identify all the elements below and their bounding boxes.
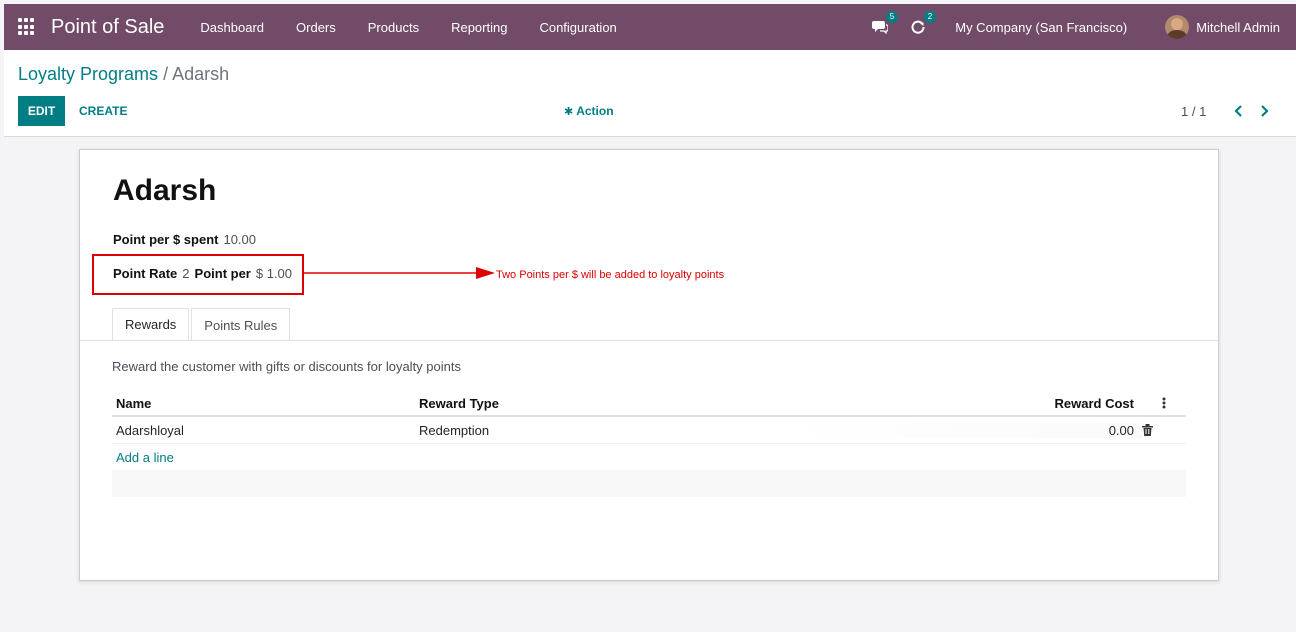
annotation-highlight-box xyxy=(92,254,304,295)
column-reward-type[interactable]: Reward Type xyxy=(415,396,782,411)
activities-icon[interactable]: 2 xyxy=(907,11,937,38)
menu-reporting[interactable]: Reporting xyxy=(435,4,523,50)
pager-value[interactable]: 1 / 1 xyxy=(1181,96,1206,126)
annotation-arrow-icon xyxy=(304,267,495,279)
main-menu: Dashboard Orders Products Reporting Conf… xyxy=(184,4,632,50)
point-per-spent-field: Point per $ spent 10.00 xyxy=(113,232,261,247)
menu-dashboard[interactable]: Dashboard xyxy=(184,4,280,50)
optional-columns-icon[interactable] xyxy=(1142,397,1186,409)
breadcrumb-current: Adarsh xyxy=(172,64,230,84)
rewards-description: Reward the customer with gifts or discou… xyxy=(112,359,461,374)
control-panel: Loyalty Programs / Adarsh EDIT CREATE ✱ … xyxy=(4,50,1296,137)
point-per-spent-value: 10.00 xyxy=(223,232,257,247)
user-menu[interactable]: Mitchell Admin xyxy=(1165,15,1280,39)
reward-cost-cell[interactable]: 0.00 xyxy=(782,422,1142,438)
reward-name-cell[interactable]: Adarshloyal xyxy=(112,423,415,438)
point-per-spent-label: Point per $ spent xyxy=(113,232,219,247)
create-button[interactable]: CREATE xyxy=(79,96,127,126)
rewards-table: Name Reward Type Reward Cost Adarshloyal… xyxy=(112,391,1186,497)
messages-badge: 5 xyxy=(885,11,899,23)
menu-configuration[interactable]: Configuration xyxy=(523,4,632,50)
breadcrumb: Loyalty Programs / Adarsh xyxy=(18,64,229,85)
notebook-tabs: Rewards Points Rules xyxy=(112,308,291,341)
annotation-text: Two Points per $ will be added to loyalt… xyxy=(496,269,725,281)
user-name: Mitchell Admin xyxy=(1196,19,1280,35)
pager-previous-button[interactable] xyxy=(1228,96,1248,126)
tab-points-rules[interactable]: Points Rules xyxy=(191,308,291,341)
breadcrumb-loyalty-programs[interactable]: Loyalty Programs xyxy=(18,64,158,84)
column-name[interactable]: Name xyxy=(112,396,415,411)
trash-icon xyxy=(1142,424,1153,436)
empty-row xyxy=(112,470,1186,497)
table-header: Name Reward Type Reward Cost xyxy=(112,391,1186,417)
table-row[interactable]: Adarshloyal Redemption 0.00 xyxy=(112,417,1186,444)
avatar xyxy=(1165,15,1190,39)
messages-icon[interactable]: 5 xyxy=(869,11,899,38)
tab-rewards[interactable]: Rewards xyxy=(112,308,190,341)
gear-icon: ✱ xyxy=(564,105,574,118)
chevron-right-icon xyxy=(1261,105,1269,117)
pager-next-button[interactable] xyxy=(1255,96,1275,126)
reward-type-cell[interactable]: Redemption xyxy=(415,423,782,438)
top-navbar: Point of Sale Dashboard Orders Products … xyxy=(4,4,1296,50)
menu-products[interactable]: Products xyxy=(352,4,435,50)
form-sheet: Adarsh Point per $ spent 10.00 Point Rat… xyxy=(79,149,1219,581)
activities-badge: 2 xyxy=(923,11,937,23)
chevron-left-icon xyxy=(1234,105,1242,117)
edit-button[interactable]: EDIT xyxy=(18,96,65,126)
menu-orders[interactable]: Orders xyxy=(280,4,352,50)
breadcrumb-separator: / xyxy=(163,64,169,84)
action-label: Action xyxy=(576,104,614,118)
column-reward-cost[interactable]: Reward Cost xyxy=(782,396,1142,411)
apps-menu-icon[interactable] xyxy=(18,18,36,36)
systray: 5 2 My Company (San Francisco) Mitchell … xyxy=(861,4,1296,50)
app-title[interactable]: Point of Sale xyxy=(51,16,164,39)
action-dropdown[interactable]: ✱ Action xyxy=(564,96,614,126)
record-title: Adarsh xyxy=(113,174,217,207)
tabs-divider xyxy=(80,340,1218,341)
add-line-link[interactable]: Add a line xyxy=(112,444,1186,470)
delete-row-button[interactable] xyxy=(1142,424,1186,436)
company-switcher[interactable]: My Company (San Francisco) xyxy=(955,20,1127,35)
